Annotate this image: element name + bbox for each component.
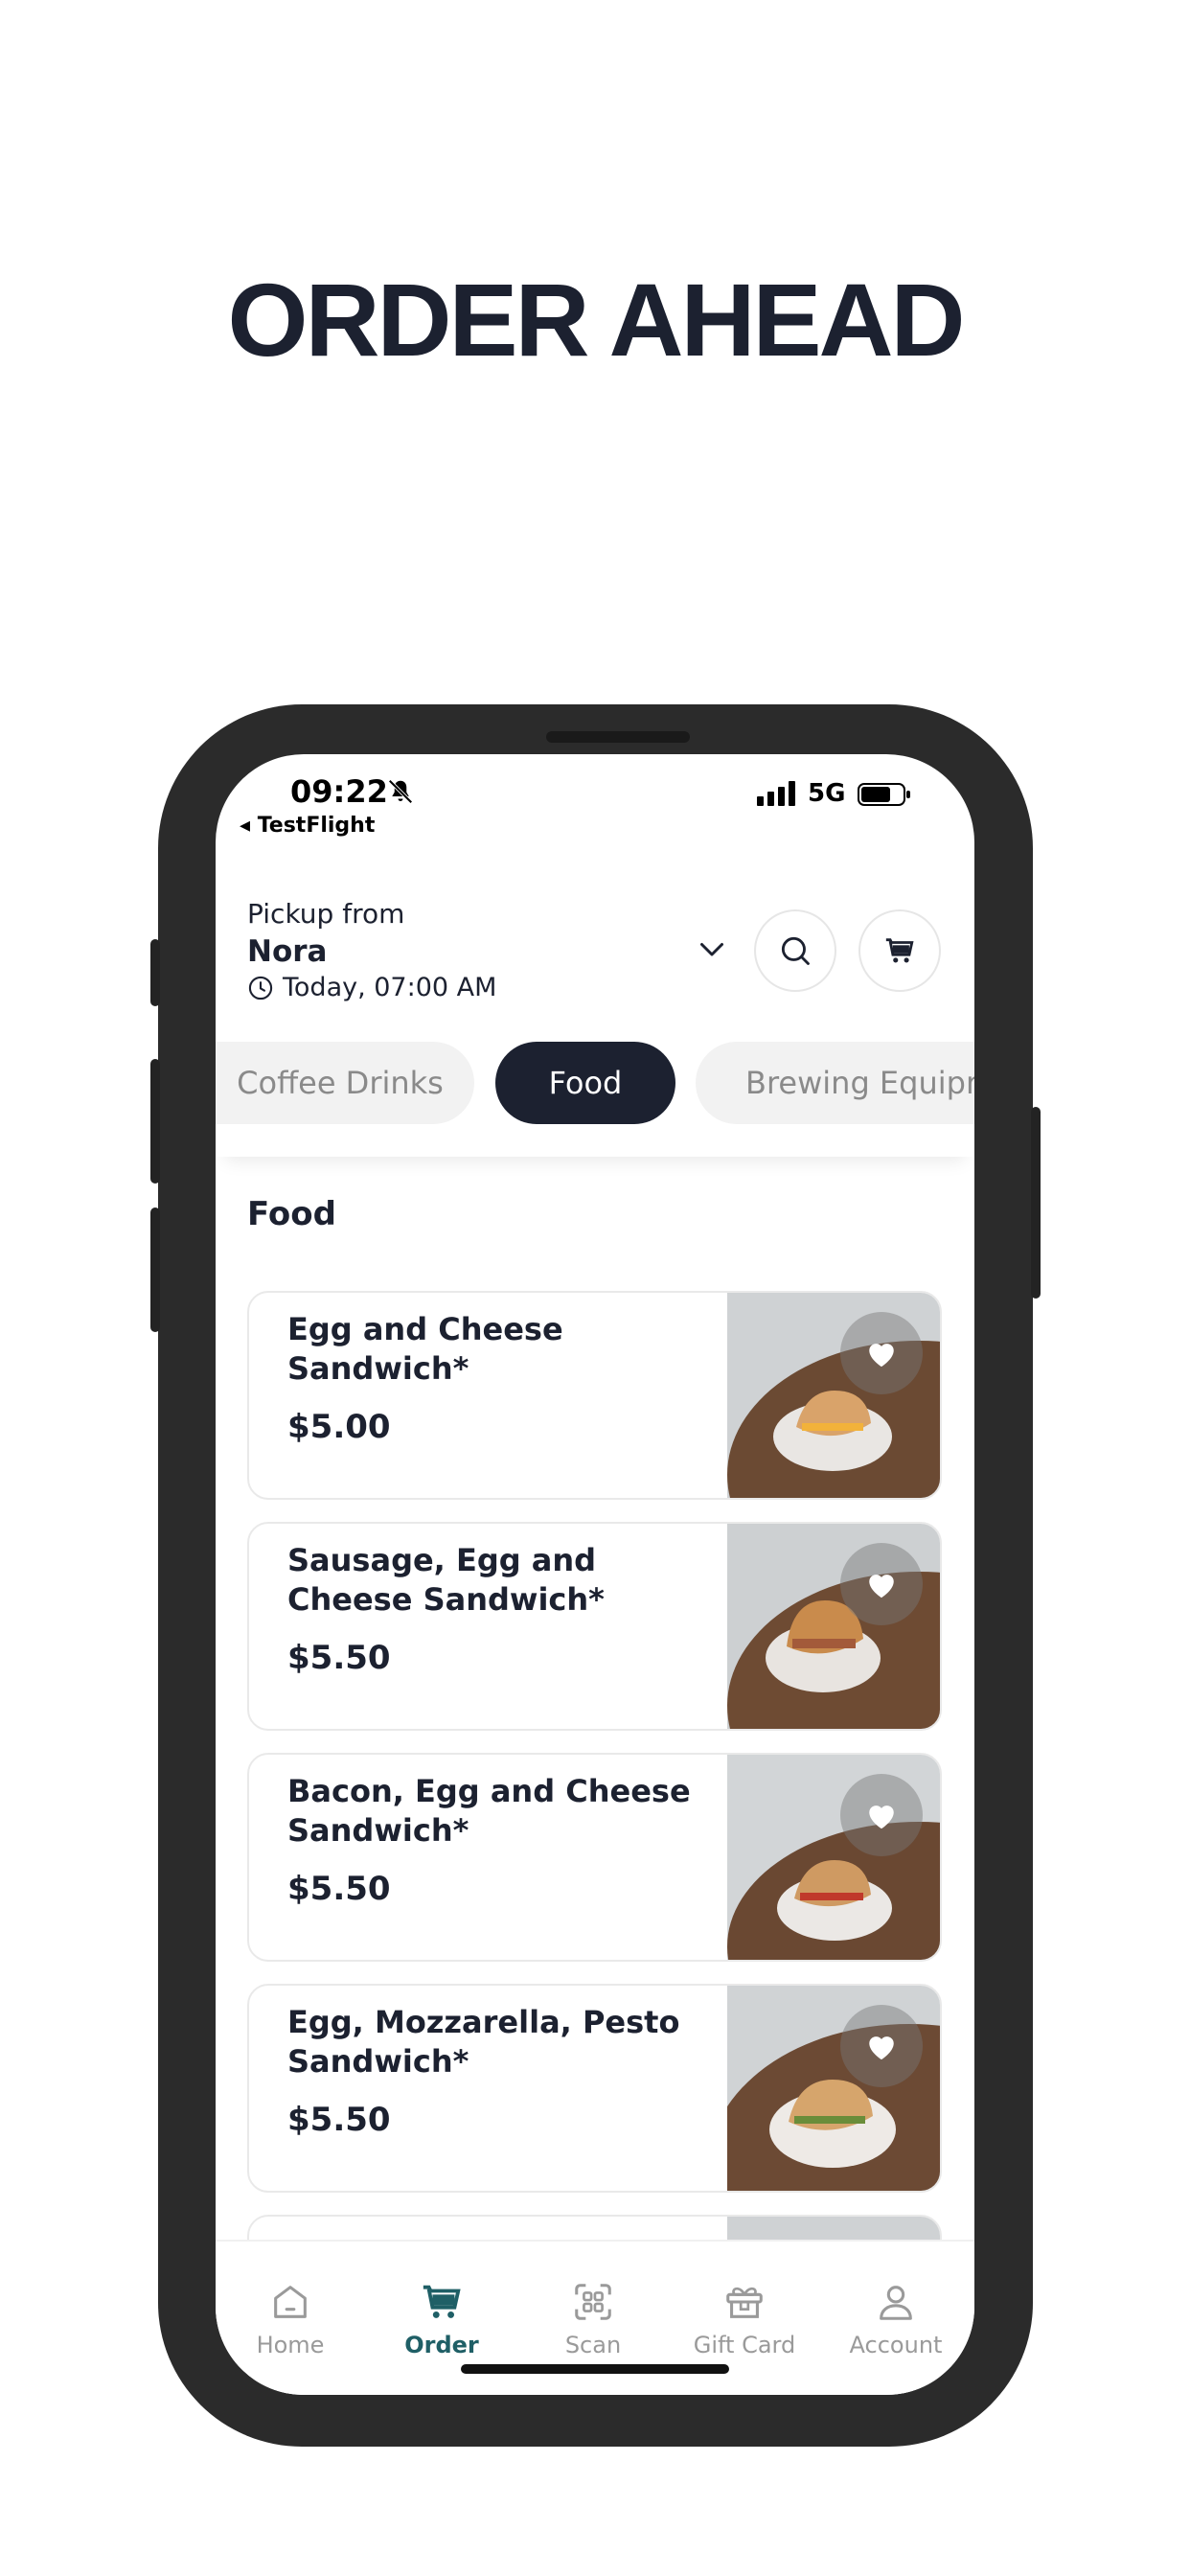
scan-icon — [575, 2284, 611, 2320]
item-price: $5.00 — [287, 1408, 391, 1446]
nav-order[interactable]: Order — [375, 2280, 509, 2358]
battery-icon — [858, 783, 910, 806]
menu-item-card[interactable]: Sausage, Egg and Cheese Sandwich* $5.50 — [247, 1522, 942, 1731]
network-type: 5G — [808, 779, 846, 808]
pickup-label: Pickup from — [247, 898, 405, 930]
nav-label: Home — [256, 2332, 325, 2358]
favorite-button[interactable] — [840, 1774, 923, 1856]
home-indicator[interactable] — [461, 2364, 729, 2374]
volume-down-button — [150, 1208, 160, 1332]
nav-label: Order — [404, 2332, 479, 2358]
signal-bars-icon — [757, 781, 795, 806]
app-screen: 09:22 ◂ TestFlight 5G Pickup from Nora T… — [216, 754, 974, 2395]
item-name: Egg, Mozzarella, Pesto Sandwich* — [287, 2004, 680, 2080]
nav-label: Gift Card — [693, 2332, 796, 2358]
earpiece-speaker — [546, 731, 690, 743]
cart-button[interactable] — [858, 909, 941, 992]
tab-brewing-equipment[interactable]: Brewing Equipment — [696, 1042, 974, 1124]
tab-food[interactable]: Food — [495, 1042, 675, 1124]
tab-label: Coffee Drinks — [237, 1065, 444, 1101]
store-name[interactable]: Nora — [247, 934, 327, 969]
cart-icon — [885, 938, 914, 963]
phone-frame: 09:22 ◂ TestFlight 5G Pickup from Nora T… — [150, 704, 1041, 2447]
favorite-button[interactable] — [840, 1312, 923, 1394]
item-price: $5.50 — [287, 1639, 391, 1677]
tab-label: Brewing Equipment — [745, 1065, 974, 1101]
nav-gift-card[interactable]: Gift Card — [677, 2280, 812, 2358]
status-time: 09:22 — [290, 773, 388, 810]
status-bar: 09:22 ◂ TestFlight 5G — [216, 754, 974, 860]
nav-scan[interactable]: Scan — [526, 2280, 660, 2358]
nav-label: Account — [849, 2332, 943, 2358]
search-icon — [781, 936, 810, 965]
chevron-down-icon[interactable] — [695, 932, 729, 966]
order-cart-icon — [423, 2285, 461, 2318]
power-button — [1031, 1107, 1041, 1299]
menu-item-card[interactable]: Egg, Mozzarella, Pesto Sandwich* $5.50 — [247, 1984, 942, 2193]
menu-item-card[interactable]: Egg and Cheese Sandwich* $5.00 — [247, 1291, 942, 1500]
nav-account[interactable]: Account — [829, 2280, 963, 2358]
home-icon — [274, 2286, 307, 2318]
section-title: Food — [247, 1195, 336, 1233]
item-price: $5.50 — [287, 2101, 391, 2139]
favorite-button[interactable] — [840, 2005, 923, 2087]
favorite-button[interactable] — [840, 1543, 923, 1625]
heart-icon — [869, 1344, 894, 1368]
mute-switch — [150, 939, 160, 1006]
clock-icon — [248, 976, 273, 1000]
gift-card-icon — [726, 2287, 763, 2318]
heart-icon — [869, 1575, 894, 1598]
back-to-testflight[interactable]: ◂ TestFlight — [240, 814, 375, 838]
volume-up-button — [150, 1059, 160, 1184]
marketing-headline: ORDER AHEAD — [227, 262, 965, 378]
nav-label: Scan — [564, 2332, 622, 2358]
nav-home[interactable]: Home — [223, 2280, 357, 2358]
search-button[interactable] — [754, 909, 836, 992]
account-icon — [880, 2286, 912, 2320]
item-name: Sausage, Egg and Cheese Sandwich* — [287, 1542, 605, 1618]
menu-item-card[interactable]: Bacon, Egg and Cheese Sandwich* $5.50 — [247, 1753, 942, 1962]
item-name: Bacon, Egg and Cheese Sandwich* — [287, 1773, 691, 1849]
tab-label: Food — [548, 1065, 623, 1101]
tab-coffee-drinks[interactable]: Coffee Drinks — [216, 1042, 474, 1124]
item-price: $5.50 — [287, 1870, 391, 1908]
heart-icon — [869, 1806, 894, 1829]
heart-icon — [869, 2036, 894, 2060]
bell-muted-icon — [388, 779, 413, 804]
item-name: Egg and Cheese Sandwich* — [287, 1311, 563, 1387]
pickup-time[interactable]: Today, 07:00 AM — [283, 973, 496, 1002]
